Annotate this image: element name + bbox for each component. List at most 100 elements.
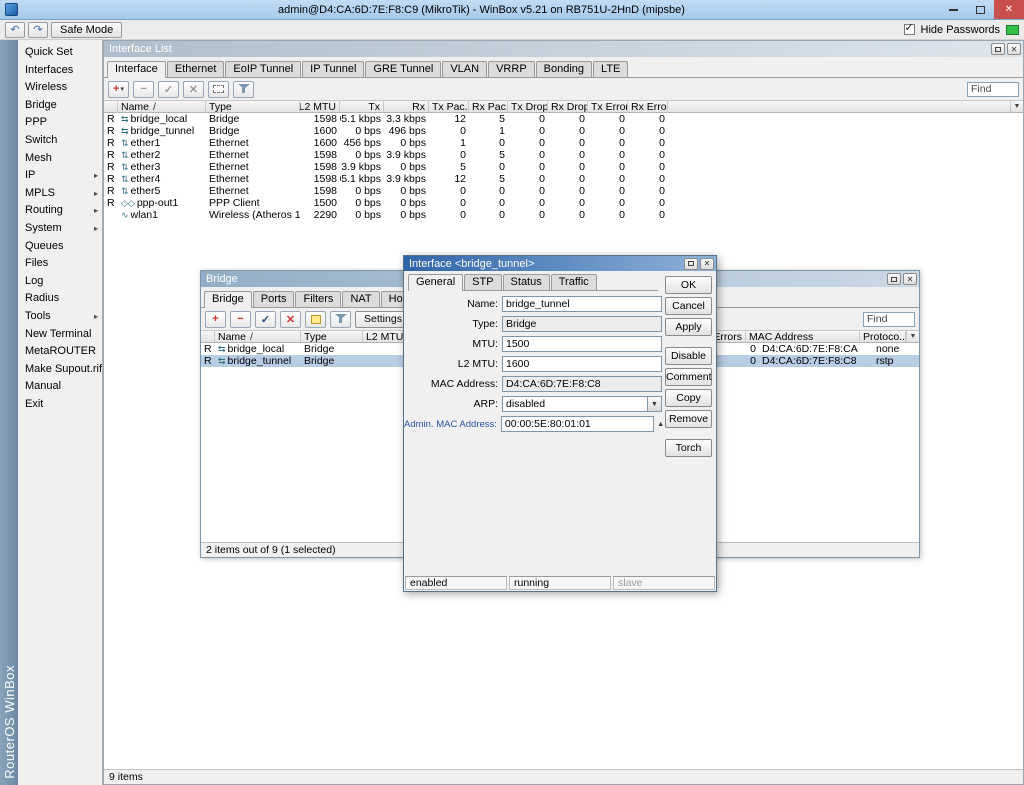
sidebar-item[interactable]: Bridge [18,97,102,115]
tab[interactable]: Traffic [551,274,597,290]
restore-button[interactable] [684,258,698,270]
l2mtu-field[interactable] [502,356,662,372]
comment-button[interactable] [305,311,326,328]
tab[interactable]: Bridge [204,291,252,308]
tab[interactable]: EoIP Tunnel [225,61,301,77]
sidebar-item[interactable]: Quick Set [18,44,102,62]
sidebar-item[interactable]: Exit [18,396,102,414]
sidebar-item[interactable]: Queues [18,238,102,256]
name-field[interactable] [502,296,662,312]
cancel-button[interactable]: Cancel [665,297,712,315]
sidebar-item[interactable]: MetaROUTER [18,343,102,361]
tx-errors-column-header[interactable]: Tx Errors [588,101,628,112]
sidebar-item[interactable]: System ▸ [18,220,102,238]
sidebar-item[interactable]: Make Supout.rif [18,361,102,379]
sidebar-item[interactable]: MPLS ▸ [18,185,102,203]
maximize-button[interactable] [967,0,994,19]
table-row[interactable]: R ⇅ether2 Ethernet 1598 0 bps 3.9 kbps 0… [104,149,1023,161]
tab[interactable]: IP Tunnel [302,61,364,77]
sidebar-item[interactable]: Tools ▸ [18,308,102,326]
ok-button[interactable]: OK [665,276,712,294]
hide-passwords-label[interactable]: Hide Passwords [921,24,1000,36]
sidebar-item[interactable]: Radius [18,290,102,308]
type-column-header[interactable]: Type [301,331,363,342]
find-input[interactable] [863,312,915,327]
tab[interactable]: Filters [295,291,341,307]
mtu-field[interactable] [502,336,662,352]
find-input[interactable] [967,82,1019,97]
close-button[interactable]: ✕ [903,273,917,285]
tab[interactable]: STP [464,274,501,290]
l2mtu-column-header[interactable]: L2 MTU [300,101,340,112]
remove-button[interactable]: − [133,81,154,98]
sidebar-item[interactable]: New Terminal [18,326,102,344]
admin-mac-field[interactable] [501,416,654,432]
add-button[interactable]: +▾ [108,81,129,98]
flag-column-header[interactable] [201,331,215,342]
hide-passwords-checkbox[interactable]: ✓ [904,24,915,35]
sidebar-item[interactable]: IP ▸ [18,167,102,185]
dialog-titlebar[interactable]: Interface <bridge_tunnel> ✕ [404,256,716,271]
filter-button[interactable] [233,81,254,98]
protocol-column-header[interactable]: Protoco... [860,331,906,342]
sidebar-item[interactable]: Manual [18,378,102,396]
tab[interactable]: Ethernet [167,61,225,77]
remove-button[interactable]: − [230,311,251,328]
tab[interactable]: LTE [593,61,628,77]
sidebar-item[interactable]: Routing ▸ [18,202,102,220]
apply-button[interactable]: Apply [665,318,712,336]
tab[interactable]: VLAN [442,61,487,77]
disable-button[interactable]: Disable [665,347,712,365]
enable-button[interactable]: ✓ [158,81,179,98]
add-button[interactable]: + [205,311,226,328]
table-row[interactable]: R ⇆bridge_tunnel Bridge 1600 0 bps 496 b… [104,125,1023,137]
tab[interactable]: Interface [107,61,166,78]
sidebar-item[interactable]: Log [18,273,102,291]
tab[interactable]: GRE Tunnel [365,61,441,77]
sidebar-item[interactable]: Files [18,255,102,273]
tab[interactable]: General [408,274,463,291]
filter-button[interactable] [330,311,351,328]
sniffer-button[interactable] [208,81,229,98]
undo-button[interactable]: ↶ [5,22,25,38]
redo-button[interactable]: ↷ [28,22,48,38]
tab[interactable]: NAT [342,291,379,307]
safe-mode-button[interactable]: Safe Mode [51,22,122,38]
interface-list-titlebar[interactable]: Interface List ✕ [104,41,1023,57]
arp-dropdown-button[interactable]: ▼ [647,396,662,412]
tx-column-header[interactable]: Tx [340,101,384,112]
table-row[interactable]: R ⇅ether4 Ethernet 1598 95.1 kbps 3.9 kb… [104,173,1023,185]
rx-drops-column-header[interactable]: Rx Drops [548,101,588,112]
close-button[interactable]: ✕ [1007,43,1021,55]
name-column-header[interactable]: Name/ [215,331,301,342]
comment-button[interactable]: Comment [665,368,712,386]
table-row[interactable]: R ⇅ether1 Ethernet 1600 456 bps 0 bps 1 … [104,137,1023,149]
table-row[interactable]: R ⇅ether3 Ethernet 1598 3.9 kbps 0 bps 5… [104,161,1023,173]
collapse-field-button[interactable]: ▲ [656,417,666,431]
sidebar-item[interactable]: Interfaces [18,62,102,80]
restore-button[interactable] [887,273,901,285]
table-row[interactable]: R ⇆bridge_local Bridge 1598 95.1 kbps 3.… [104,113,1023,125]
column-chooser-button[interactable]: ▼ [1010,101,1023,112]
restore-button[interactable] [991,43,1005,55]
remove-button[interactable]: Remove [665,410,712,428]
tab[interactable]: VRRP [488,61,535,77]
disable-button[interactable]: ✕ [183,81,204,98]
minimize-button[interactable] [940,0,967,19]
arp-field[interactable] [502,396,647,412]
tab[interactable]: Ports [253,291,295,307]
torch-button[interactable]: Torch [665,439,712,457]
table-row[interactable]: ∿wlan1 Wireless (Atheros 11N) 2290 0 bps… [104,209,1023,221]
type-column-header[interactable]: Type [206,101,300,112]
mac-address-column-header[interactable]: MAC Address [746,331,860,342]
tab[interactable]: Bonding [536,61,592,77]
tx-drops-column-header[interactable]: Tx Drops [508,101,548,112]
sidebar-item[interactable]: Mesh [18,150,102,168]
sidebar-item[interactable]: PPP [18,114,102,132]
tab[interactable]: Status [503,274,550,290]
flag-column-header[interactable] [104,101,118,112]
rx-errors-column-header[interactable]: Rx Errors [628,101,668,112]
table-row[interactable]: R ◇◇ppp-out1 PPP Client 1500 0 bps 0 bps… [104,197,1023,209]
sidebar-item[interactable]: Wireless [18,79,102,97]
disable-button[interactable]: ✕ [280,311,301,328]
